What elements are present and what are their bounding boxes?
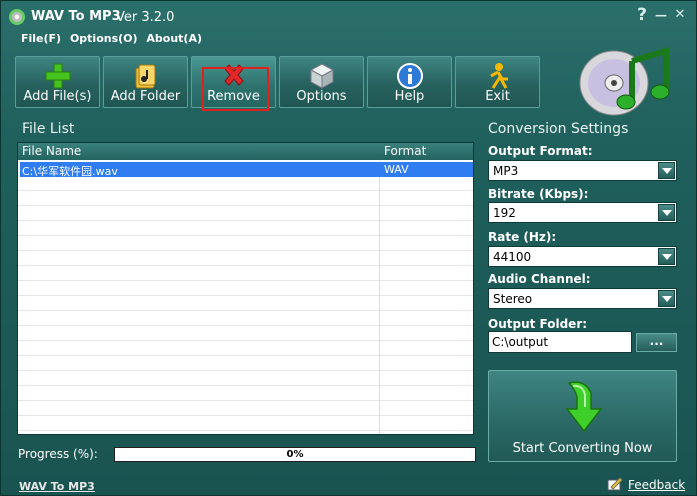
app-title: WAV To MP3 [31, 9, 121, 24]
options-button[interactable]: Options [279, 56, 364, 108]
plus-icon [45, 63, 70, 89]
exit-button[interactable]: Exit [455, 56, 540, 108]
output-folder-label: Output Folder: [488, 317, 588, 331]
column-divider [379, 161, 380, 434]
start-converting-button[interactable]: Start Converting Now [488, 370, 677, 462]
file-list-header: File Name Format [18, 143, 473, 160]
output-format-label: Output Format: [488, 144, 593, 158]
info-icon [396, 63, 423, 89]
add-folder-label: Add Folder [110, 89, 181, 104]
column-file-name[interactable]: File Name [22, 144, 81, 158]
chevron-down-icon[interactable] [658, 290, 675, 307]
add-files-button[interactable]: Add File(s) [15, 56, 100, 108]
menu-about[interactable]: About(A) [146, 32, 202, 45]
remove-button[interactable]: Remove [191, 56, 276, 111]
audio-channel-select[interactable]: Stereo [488, 288, 677, 309]
rate-value: 44100 [493, 250, 532, 264]
chevron-down-icon[interactable] [658, 162, 675, 179]
file-list-table[interactable]: File Name Format C:\华军软件园.wav WAV [17, 142, 474, 435]
feedback-pencil-icon [607, 477, 623, 491]
footer-app-link[interactable]: WAV To MP3 [19, 480, 95, 493]
output-format-select[interactable]: MP3 [488, 160, 677, 181]
audio-channel-label: Audio Channel: [488, 272, 591, 286]
row-format: WAV [384, 163, 409, 176]
running-man-icon [489, 63, 508, 89]
rate-label: Rate (Hz): [488, 230, 557, 244]
options-label: Options [296, 89, 347, 104]
menu-options[interactable]: Options(O) [70, 32, 138, 45]
feedback-link[interactable]: Feedback [628, 478, 685, 492]
help-window-button[interactable]: ? [634, 7, 650, 24]
chevron-down-icon[interactable] [658, 248, 675, 265]
menu-bar: File(F) Options(O) About(A) [21, 32, 207, 48]
column-format[interactable]: Format [384, 144, 426, 158]
browse-folder-button[interactable]: ... [636, 333, 677, 352]
cube-icon [309, 63, 334, 89]
output-format-value: MP3 [493, 164, 519, 178]
close-window-button[interactable]: ✕ [672, 7, 688, 23]
app-cd-icon [9, 9, 25, 25]
folder-icon [135, 64, 155, 89]
conversion-settings-title: Conversion Settings [488, 121, 629, 137]
add-files-label: Add File(s) [23, 89, 92, 104]
progress-bar: 0% [114, 447, 476, 462]
help-button[interactable]: Help [367, 56, 452, 108]
progress-text: 0% [286, 449, 304, 460]
table-row[interactable]: C:\华军软件园.wav WAV [20, 162, 473, 178]
exit-label: Exit [485, 89, 510, 104]
audio-channel-value: Stereo [493, 292, 533, 306]
bitrate-label: Bitrate (Kbps): [488, 187, 589, 201]
output-folder-field[interactable]: C:\output [488, 331, 632, 353]
remove-highlight-box [202, 67, 269, 111]
title-bar[interactable]: WAV To MP3 Ver 3.2.0 ? — ✕ [1, 1, 696, 31]
add-folder-button[interactable]: Add Folder [103, 56, 188, 108]
row-file-name: C:\华军软件园.wav [22, 165, 118, 178]
app-window: WAV To MP3 Ver 3.2.0 ? — ✕ File(F) Optio… [0, 0, 697, 496]
help-label: Help [394, 89, 425, 104]
bitrate-value: 192 [493, 206, 516, 220]
output-folder-value: C:\output [492, 335, 549, 349]
start-converting-label: Start Converting Now [512, 441, 653, 456]
file-list-title: File List [22, 121, 75, 137]
chevron-down-icon[interactable] [658, 204, 675, 221]
green-arrow-down-icon [565, 381, 603, 433]
minimize-window-button[interactable]: — [653, 7, 669, 23]
progress-label: Progress (%): [18, 447, 98, 461]
rate-select[interactable]: 44100 [488, 246, 677, 267]
cd-music-logo-icon [579, 46, 670, 116]
menu-file[interactable]: File(F) [21, 32, 61, 45]
file-list-body[interactable]: C:\华军软件园.wav WAV [18, 161, 473, 434]
bitrate-select[interactable]: 192 [488, 202, 677, 223]
app-version: Ver 3.2.0 [116, 10, 175, 25]
